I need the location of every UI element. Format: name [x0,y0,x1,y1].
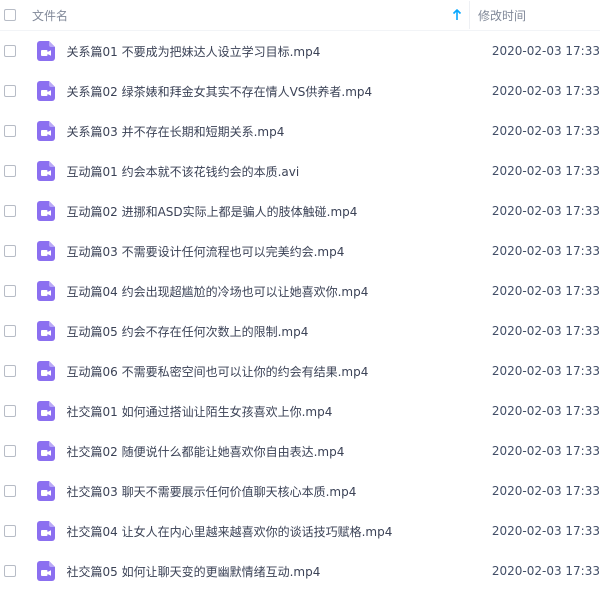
video-file-icon [36,241,55,261]
row-checkbox[interactable] [3,325,16,337]
video-file-icon [36,121,55,141]
file-rows: 关系篇01 不要成为把妹达人设立学习目标.mp4 2020-02-03 17:3… [0,31,600,591]
file-name[interactable]: 互动篇02 进挪和ASD实际上都是骗人的肢体触碰.mp4 [67,203,459,220]
row-select-cell [0,165,20,177]
table-header: 文件名 修改时间 [0,0,600,31]
video-file-icon [36,361,55,381]
file-row[interactable]: 关系篇03 并不存在长期和短期关系.mp4 2020-02-03 17:33 [0,111,600,151]
file-name[interactable]: 互动篇01 约会本就不该花钱约会的本质.avi [67,163,459,180]
row-checkbox[interactable] [3,525,16,537]
column-header-filename-label: 文件名 [32,8,69,23]
video-file-icon [36,81,55,101]
video-file-icon [36,161,55,181]
row-select-cell [0,325,20,337]
file-modified-time: 2020-02-03 17:33 [491,124,600,138]
row-select-cell [0,285,20,297]
file-name[interactable]: 社交篇03 聊天不需要展示任何价值聊天核心本质.mp4 [67,483,459,500]
row-select-cell [0,205,20,217]
video-file-icon [36,281,55,301]
column-header-mtime-label: 修改时间 [478,8,527,23]
file-row[interactable]: 社交篇02 随便说什么都能让她喜欢你自由表达.mp4 2020-02-03 17… [0,431,600,471]
row-select-cell [0,445,20,457]
file-modified-time: 2020-02-03 17:33 [491,164,600,178]
row-checkbox[interactable] [3,565,16,577]
file-modified-time: 2020-02-03 17:33 [491,404,600,418]
file-row[interactable]: 互动篇01 约会本就不该花钱约会的本质.avi 2020-02-03 17:33 [0,151,600,191]
file-row[interactable]: 互动篇02 进挪和ASD实际上都是骗人的肢体触碰.mp4 2020-02-03 … [0,191,600,231]
file-name[interactable]: 关系篇03 并不存在长期和短期关系.mp4 [67,123,459,140]
row-select-cell [0,45,20,57]
file-row[interactable]: 互动篇06 不需要私密空间也可以让你的约会有结果.mp4 2020-02-03 … [0,351,600,391]
row-checkbox[interactable] [3,125,16,137]
file-row[interactable]: 关系篇01 不要成为把妹达人设立学习目标.mp4 2020-02-03 17:3… [0,31,600,71]
file-modified-time: 2020-02-03 17:33 [491,244,600,258]
file-modified-time: 2020-02-03 17:33 [491,484,600,498]
file-modified-time: 2020-02-03 17:33 [491,204,600,218]
file-list-table: 文件名 修改时间 关系篇01 不要成为把妹达人设立学习目标.mp4 2020-0… [0,0,600,600]
row-checkbox[interactable] [3,285,16,297]
file-row[interactable]: 互动篇05 约会不存在任何次数上的限制.mp4 2020-02-03 17:33 [0,311,600,351]
video-file-icon [36,441,55,461]
row-checkbox[interactable] [3,205,16,217]
video-file-icon [36,401,55,421]
row-select-cell [0,485,20,497]
file-modified-time: 2020-02-03 17:33 [491,444,600,458]
row-checkbox[interactable] [3,45,16,57]
arrow-up-icon [452,9,462,21]
row-select-cell [0,525,20,537]
file-modified-time: 2020-02-03 17:33 [491,564,600,578]
file-row[interactable]: 社交篇04 让女人在内心里越来越喜欢你的谈话技巧赋格.mp4 2020-02-0… [0,511,600,551]
row-checkbox[interactable] [3,365,16,377]
video-file-icon [36,201,55,221]
video-file-icon [36,321,55,341]
column-header-mtime[interactable]: 修改时间 [470,7,526,24]
file-name[interactable]: 社交篇04 让女人在内心里越来越喜欢你的谈话技巧赋格.mp4 [67,523,459,540]
video-file-icon [36,561,55,581]
row-select-cell [0,125,20,137]
row-checkbox[interactable] [3,485,16,497]
file-name[interactable]: 社交篇05 如何让聊天变的更幽默情绪互动.mp4 [67,563,459,580]
file-name[interactable]: 互动篇04 约会出现超尴尬的冷场也可以让她喜欢你.mp4 [67,283,459,300]
file-name[interactable]: 互动篇06 不需要私密空间也可以让你的约会有结果.mp4 [67,363,459,380]
file-name[interactable]: 社交篇02 随便说什么都能让她喜欢你自由表达.mp4 [67,443,459,460]
file-row[interactable]: 互动篇03 不需要设计任何流程也可以完美约会.mp4 2020-02-03 17… [0,231,600,271]
column-header-filename[interactable]: 文件名 [20,7,445,24]
video-file-icon [36,41,55,61]
file-name[interactable]: 社交篇01 如何通过搭讪让陌生女孩喜欢上你.mp4 [67,403,459,420]
row-select-cell [0,245,20,257]
file-name[interactable]: 关系篇02 绿茶婊和拜金女其实不存在情人VS供养者.mp4 [67,83,459,100]
row-checkbox[interactable] [3,165,16,177]
file-row[interactable]: 关系篇02 绿茶婊和拜金女其实不存在情人VS供养者.mp4 2020-02-03… [0,71,600,111]
file-modified-time: 2020-02-03 17:33 [491,364,600,378]
file-row[interactable]: 社交篇03 聊天不需要展示任何价值聊天核心本质.mp4 2020-02-03 1… [0,471,600,511]
select-all-checkbox[interactable] [4,9,16,21]
video-file-icon [36,481,55,501]
file-row[interactable]: 互动篇04 约会出现超尴尬的冷场也可以让她喜欢你.mp4 2020-02-03 … [0,271,600,311]
row-select-cell [0,565,20,577]
sort-toggle[interactable] [445,9,469,21]
video-file-icon [36,521,55,541]
row-checkbox[interactable] [3,445,16,457]
row-checkbox[interactable] [3,85,16,97]
row-select-cell [0,85,20,97]
row-checkbox[interactable] [3,245,16,257]
file-modified-time: 2020-02-03 17:33 [491,524,600,538]
row-checkbox[interactable] [3,405,16,417]
file-modified-time: 2020-02-03 17:33 [491,284,600,298]
file-modified-time: 2020-02-03 17:33 [491,44,600,58]
file-modified-time: 2020-02-03 17:33 [491,324,600,338]
row-select-cell [0,405,20,417]
row-select-cell [0,365,20,377]
file-name[interactable]: 互动篇03 不需要设计任何流程也可以完美约会.mp4 [67,243,459,260]
file-row[interactable]: 社交篇05 如何让聊天变的更幽默情绪互动.mp4 2020-02-03 17:3… [0,551,600,591]
file-name[interactable]: 互动篇05 约会不存在任何次数上的限制.mp4 [67,323,459,340]
file-name[interactable]: 关系篇01 不要成为把妹达人设立学习目标.mp4 [67,43,459,60]
select-all-cell [0,9,20,21]
file-modified-time: 2020-02-03 17:33 [491,84,600,98]
file-row[interactable]: 社交篇01 如何通过搭讪让陌生女孩喜欢上你.mp4 2020-02-03 17:… [0,391,600,431]
